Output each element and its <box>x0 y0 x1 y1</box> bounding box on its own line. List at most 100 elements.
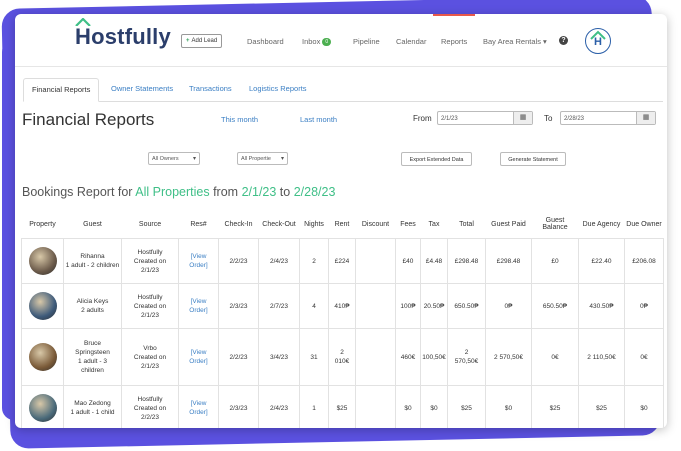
property-photo-cell <box>21 283 64 329</box>
fees-cell: 100₱ <box>395 283 421 329</box>
nav-pipeline[interactable]: Pipeline <box>353 37 380 46</box>
fees-cell: $0 <box>395 385 421 428</box>
nav-inbox[interactable]: Inbox 0 <box>302 37 332 46</box>
checkout-cell: 2/4/23 <box>258 238 300 284</box>
total-cell: 650.50₱ <box>447 283 486 329</box>
discount-cell <box>355 283 396 329</box>
column-header[interactable]: Nights <box>300 210 329 239</box>
column-header[interactable]: Due Owner <box>625 210 664 239</box>
nav-account-dropdown[interactable]: Bay Area Rentals ▾ <box>483 37 547 46</box>
rent-cell: £224 <box>328 238 356 284</box>
column-header[interactable]: Guest <box>64 210 122 239</box>
agency-cell: 430.50₱ <box>578 283 625 329</box>
checkin-cell: 2/3/23 <box>218 283 259 329</box>
property-photo[interactable] <box>28 343 57 371</box>
column-header[interactable]: Total <box>448 210 486 239</box>
generate-statement-button[interactable]: Generate Statement <box>500 152 566 166</box>
table-body: Rihanna 1 adult - 2 children Hostfully Crea… <box>21 238 664 428</box>
report-heading: Bookings Report for All Properties from … <box>22 185 336 199</box>
tab-financial-reports[interactable]: Financial Reports <box>23 78 100 102</box>
nights-cell: 4 <box>299 283 329 329</box>
nav-calendar[interactable]: Calendar <box>396 37 426 46</box>
paid-cell: 0₱ <box>485 283 532 329</box>
last-month-link[interactable]: Last month <box>300 115 337 124</box>
tab-transactions[interactable]: Transactions <box>181 78 240 100</box>
paid-cell: £298.48 <box>485 238 532 284</box>
from-label: From <box>413 114 432 123</box>
column-header[interactable]: Fees <box>396 210 421 239</box>
add-lead-button[interactable]: + Add Lead <box>181 34 223 48</box>
table-header-row: Property Guest Source Res# Check-In Chec… <box>22 210 664 239</box>
from-date-input[interactable]: 2/1/23 ▦ <box>437 111 533 125</box>
nav-dashboard[interactable]: Dashboard <box>247 37 284 46</box>
rent-cell: $25 <box>328 385 356 428</box>
column-header[interactable]: Tax <box>421 210 448 239</box>
to-label: To <box>544 114 553 123</box>
checkin-cell: 2/3/23 <box>218 385 259 428</box>
table-row: Alicia Keys 2 adults Hostfully Created on 2/… <box>21 283 664 329</box>
app-window: Hostfully + Add Lead Dashboard Inbox 0 Pip… <box>15 14 667 428</box>
column-header[interactable]: Discount <box>356 210 396 239</box>
property-photo[interactable] <box>28 394 57 422</box>
res-cell[interactable]: [View Order] <box>178 238 219 284</box>
paid-cell: 2 570,50€ <box>485 328 532 386</box>
guest-cell: Bruce Springsteen 1 adult - 3 children <box>63 328 122 386</box>
column-header[interactable]: Res# <box>179 210 219 239</box>
discount-cell <box>355 385 396 428</box>
checkout-cell: 3/4/23 <box>258 328 300 386</box>
property-photo[interactable] <box>28 292 57 320</box>
owners-select[interactable]: All Owners ▾ <box>148 152 200 165</box>
column-header[interactable]: Rent <box>329 210 356 239</box>
table-row: Mao Zedong 1 adult - 1 child Hostfully Crea… <box>21 385 664 428</box>
column-header[interactable]: Source <box>122 210 179 239</box>
res-cell[interactable]: [View Order] <box>178 283 219 329</box>
property-photo[interactable] <box>28 247 57 275</box>
column-header[interactable]: Guest Balance <box>532 210 579 239</box>
balance-cell: 650.50₱ <box>531 283 579 329</box>
discount-cell <box>355 238 396 284</box>
agency-cell: 2 110,50€ <box>578 328 625 386</box>
table-row: Rihanna 1 adult - 2 children Hostfully Crea… <box>21 238 664 284</box>
owner-cell: $0 <box>624 385 664 428</box>
tab-owner-statements[interactable]: Owner Statements <box>103 78 181 100</box>
help-icon[interactable]: ? <box>559 36 568 45</box>
column-header[interactable]: Guest Paid <box>486 210 532 239</box>
nights-cell: 1 <box>299 385 329 428</box>
res-cell[interactable]: [View Order] <box>178 328 219 386</box>
report-tabs: Financial Reports Owner Statements Trans… <box>23 78 663 102</box>
property-photo-cell <box>21 328 64 386</box>
balance-cell: $25 <box>531 385 579 428</box>
avatar-letter: H <box>594 36 602 48</box>
this-month-link[interactable]: This month <box>221 115 258 124</box>
column-header[interactable]: Property <box>22 210 64 239</box>
chevron-down-icon: ▾ <box>543 37 547 46</box>
nav-reports[interactable]: Reports <box>441 37 467 46</box>
res-cell[interactable]: [View Order] <box>178 385 219 428</box>
fees-cell: 460€ <box>395 328 421 386</box>
column-header[interactable]: Check-Out <box>259 210 300 239</box>
owner-cell: 0€ <box>624 328 664 386</box>
calendar-icon[interactable]: ▦ <box>513 112 532 124</box>
to-date-input[interactable]: 2/28/23 ▦ <box>560 111 656 125</box>
top-navbar: Hostfully + Add Lead Dashboard Inbox 0 Pip… <box>15 14 667 67</box>
hostfully-logo[interactable]: Hostfully <box>75 18 171 50</box>
column-header[interactable]: Check-In <box>219 210 259 239</box>
tax-cell: $0 <box>420 385 448 428</box>
tab-logistics-reports[interactable]: Logistics Reports <box>241 78 315 100</box>
rent-cell: 410₱ <box>328 283 356 329</box>
bookings-table: Property Guest Source Res# Check-In Chec… <box>21 210 664 428</box>
checkout-cell: 2/7/23 <box>258 283 300 329</box>
nights-cell: 2 <box>299 238 329 284</box>
avatar[interactable]: H <box>585 28 611 54</box>
chevron-down-icon: ▾ <box>192 156 196 162</box>
nights-cell: 31 <box>299 328 329 386</box>
agency-cell: $25 <box>578 385 625 428</box>
column-header[interactable]: Due Agency <box>579 210 625 239</box>
rent-cell: 2 010€ <box>328 328 356 386</box>
table-row: Bruce Springsteen 1 adult - 3 children Vrbo C… <box>21 328 664 386</box>
export-extended-data-button[interactable]: Export Extended Data <box>401 152 472 166</box>
properties-select[interactable]: All Propertie ▾ <box>237 152 288 165</box>
calendar-icon[interactable]: ▦ <box>636 112 655 124</box>
discount-cell <box>355 328 396 386</box>
agency-cell: £22.40 <box>578 238 625 284</box>
